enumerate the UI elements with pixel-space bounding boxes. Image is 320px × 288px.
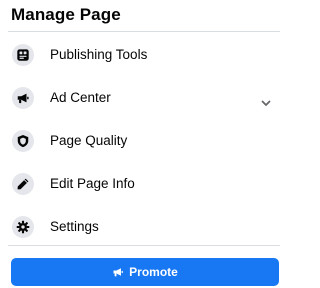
page-title: Manage Page (11, 5, 121, 24)
top-divider (8, 31, 280, 32)
menu-item-page-quality[interactable]: Page Quality (0, 119, 288, 162)
shield-icon (12, 129, 34, 152)
megaphone-icon (112, 266, 124, 278)
chevron-down-icon[interactable] (260, 97, 272, 109)
manage-page-menu: Publishing Tools Ad Center Page Quality … (0, 33, 288, 248)
gear-icon (12, 215, 34, 238)
promote-label: Promote (129, 265, 178, 279)
bottom-divider (8, 245, 280, 246)
menu-item-label: Edit Page Info (50, 176, 135, 191)
menu-item-label: Publishing Tools (50, 47, 148, 62)
publishing-tools-icon (12, 43, 34, 66)
promote-button[interactable]: Promote (11, 258, 279, 286)
manage-page-panel: Manage Page Publishing Tools Ad Center P… (0, 0, 288, 288)
menu-item-label: Ad Center (50, 90, 111, 105)
menu-item-settings[interactable]: Settings (0, 205, 288, 248)
megaphone-icon (12, 86, 34, 109)
menu-item-publishing-tools[interactable]: Publishing Tools (0, 33, 288, 76)
pencil-icon (12, 172, 34, 195)
menu-item-label: Settings (50, 219, 99, 234)
menu-item-edit-page-info[interactable]: Edit Page Info (0, 162, 288, 205)
menu-item-label: Page Quality (50, 133, 128, 148)
menu-item-ad-center[interactable]: Ad Center (0, 76, 288, 119)
